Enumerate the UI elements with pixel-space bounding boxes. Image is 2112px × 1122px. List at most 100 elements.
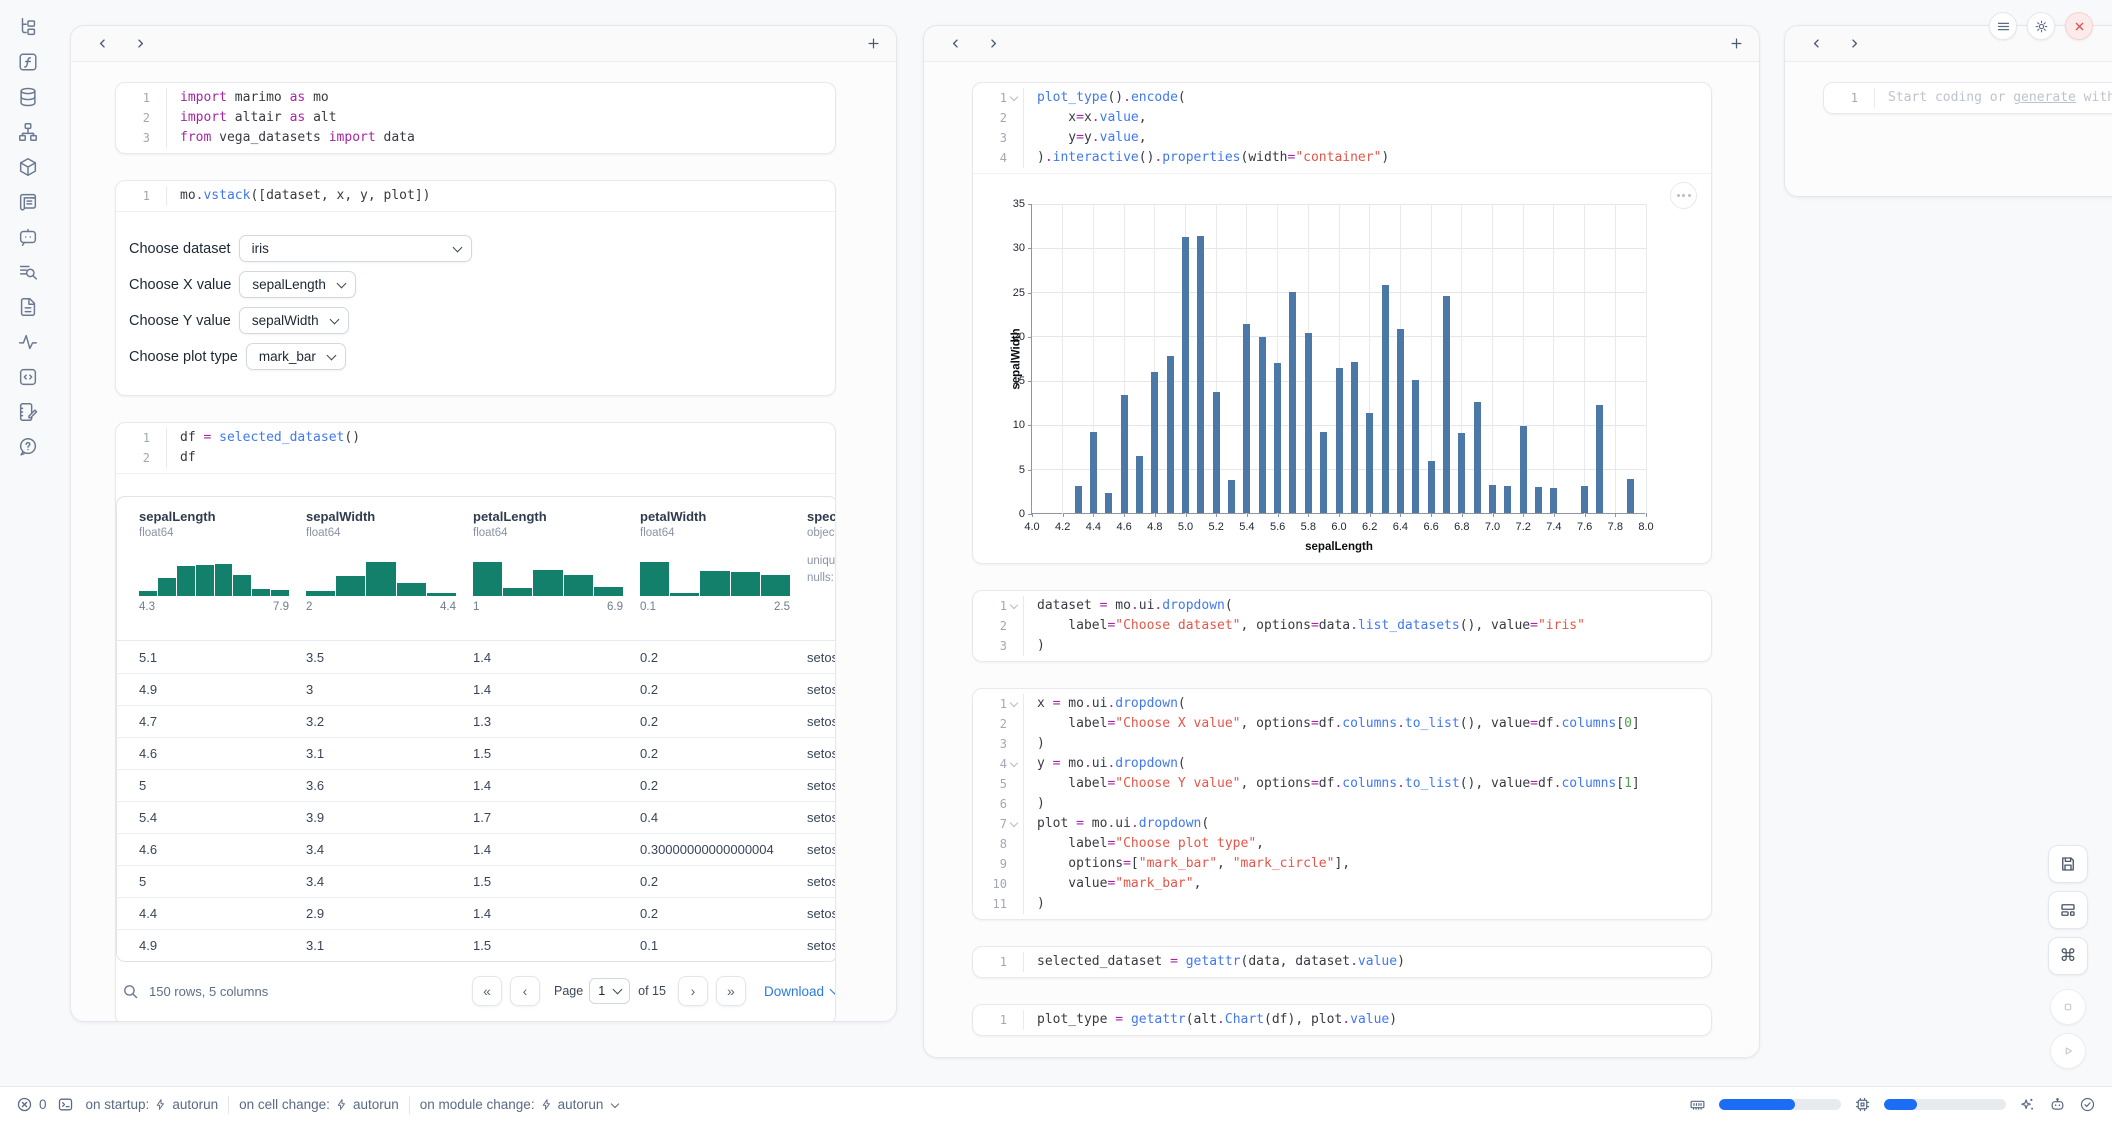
chart-bar[interactable]: [1259, 337, 1266, 513]
cell-plot-type[interactable]: 1plot_type = getattr(alt.Chart(df), plot…: [972, 1004, 1712, 1036]
choose-y-value-select[interactable]: sepalWidth: [239, 307, 349, 334]
memory-icon[interactable]: [1689, 1096, 1706, 1113]
code-line[interactable]: 4y = mo.ui.dropdown(: [981, 754, 1697, 774]
table-row[interactable]: 5.43.91.70.4setosa: [117, 801, 836, 833]
cell-vstack[interactable]: 1mo.vstack([dataset, x, y, plot]) Choose…: [115, 180, 836, 396]
column-collapse-right-icon[interactable]: [127, 31, 153, 57]
cell-plot[interactable]: 1plot_type().encode(2 x=x.value,3 y=y.va…: [972, 82, 1712, 564]
table-row[interactable]: 4.42.91.40.2setosa: [117, 897, 836, 929]
code-line[interactable]: 8 label="Choose plot type",: [981, 834, 1697, 854]
cell-dataset-dropdown[interactable]: 1dataset = mo.ui.dropdown(2 label="Choos…: [972, 590, 1712, 662]
chart-bar[interactable]: [1627, 479, 1634, 513]
chart-bar[interactable]: [1090, 432, 1097, 513]
choose-plot-type-select[interactable]: mark_bar: [246, 343, 346, 370]
chart-bar[interactable]: [1382, 285, 1389, 514]
code-line[interactable]: 1x = mo.ui.dropdown(: [981, 694, 1697, 714]
stop-icon[interactable]: [2050, 989, 2086, 1025]
code-line[interactable]: 2 label="Choose dataset", options=data.l…: [981, 616, 1697, 636]
plot-code[interactable]: 1plot_type().encode(2 x=x.value,3 y=y.va…: [973, 83, 1711, 173]
next-page-button[interactable]: ›: [678, 976, 708, 1006]
page-select[interactable]: 1: [589, 978, 630, 1004]
help-icon[interactable]: [17, 436, 39, 458]
functions-icon[interactable]: [17, 51, 39, 73]
code-line[interactable]: 1import marimo as mo: [124, 88, 821, 108]
fold-chevron-icon[interactable]: [1009, 601, 1019, 611]
cell-selected-dataset[interactable]: 1selected_dataset = getattr(data, datase…: [972, 946, 1712, 978]
chat-icon[interactable]: [17, 226, 39, 248]
column-header-petalLength[interactable]: petalLengthfloat6416.9: [473, 509, 640, 640]
chart-bar[interactable]: [1366, 413, 1373, 513]
table-row[interactable]: 53.41.50.2setosa: [117, 865, 836, 897]
tracing-icon[interactable]: [17, 331, 39, 353]
file-tree-icon[interactable]: [17, 16, 39, 38]
table-row[interactable]: 4.63.11.50.2setosa: [117, 737, 836, 769]
code-line[interactable]: 3): [981, 636, 1697, 656]
column-header-sepalWidth[interactable]: sepalWidthfloat6424.4: [306, 509, 473, 640]
run-icon[interactable]: [2050, 1033, 2086, 1069]
code-line[interactable]: 11): [981, 894, 1697, 914]
generate-with-ai-link[interactable]: generate: [2013, 90, 2076, 105]
fold-chevron-icon[interactable]: [1009, 819, 1019, 829]
dependency-graph-icon[interactable]: [17, 121, 39, 143]
code-line[interactable]: 1selected_dataset = getattr(data, datase…: [981, 952, 1697, 972]
close-icon[interactable]: [2065, 12, 2093, 40]
table-row[interactable]: 5.13.51.40.2setosa: [117, 641, 836, 673]
column-collapse-left-icon[interactable]: [942, 31, 968, 57]
chart-bar[interactable]: [1167, 356, 1174, 513]
chart-bar[interactable]: [1151, 372, 1158, 513]
code-line[interactable]: 2import altair as alt: [124, 108, 821, 128]
connection-status-icon[interactable]: [2079, 1096, 2096, 1113]
ai-code-editor[interactable]: 1 Start coding or generate with AI: [1824, 83, 2112, 113]
chart-bar[interactable]: [1197, 236, 1204, 513]
code-line[interactable]: 5 label="Choose Y value", options=df.col…: [981, 774, 1697, 794]
chart-bar[interactable]: [1489, 485, 1496, 513]
chat-bot-icon[interactable]: [2049, 1096, 2066, 1113]
chart-bar[interactable]: [1105, 493, 1112, 513]
chart-bar[interactable]: [1474, 402, 1481, 513]
chart-bar[interactable]: [1136, 456, 1143, 513]
code-line[interactable]: 7plot = mo.ui.dropdown(: [981, 814, 1697, 834]
chart-bar[interactable]: [1182, 237, 1189, 513]
menu-icon[interactable]: [1989, 12, 2017, 40]
chart-bar[interactable]: [1397, 329, 1404, 513]
code-line[interactable]: 1plot_type = getattr(alt.Chart(df), plot…: [981, 1010, 1697, 1030]
run-setting-1[interactable]: on startup:autorun: [86, 1097, 219, 1112]
layout-icon[interactable]: [2048, 891, 2088, 929]
column-header-petalWidth[interactable]: petalWidthfloat640.12.5: [640, 509, 807, 640]
column-collapse-left-icon[interactable]: [89, 31, 115, 57]
chart-bar[interactable]: [1535, 487, 1542, 513]
code-line[interactable]: 10 value="mark_bar",: [981, 874, 1697, 894]
code-line[interactable]: 1 Start coding or generate with AI: [1832, 88, 2112, 108]
chart-bar[interactable]: [1075, 486, 1082, 513]
cell-xy-plot-dropdowns[interactable]: 1x = mo.ui.dropdown(2 label="Choose X va…: [972, 688, 1712, 920]
documentation-icon[interactable]: [17, 296, 39, 318]
logs-icon[interactable]: [17, 191, 39, 213]
chart-bar[interactable]: [1289, 292, 1296, 513]
code-line[interactable]: 6): [981, 794, 1697, 814]
chart-bar[interactable]: [1596, 405, 1603, 513]
xyplot-code[interactable]: 1x = mo.ui.dropdown(2 label="Choose X va…: [973, 689, 1711, 919]
vstack-code[interactable]: 1mo.vstack([dataset, x, y, plot]): [116, 181, 835, 211]
terminal-icon[interactable]: [57, 1096, 74, 1113]
run-setting-3[interactable]: on module change:autorun: [420, 1097, 619, 1112]
download-button[interactable]: Download: [764, 984, 836, 999]
chart-bar[interactable]: [1504, 486, 1511, 513]
chart-bar[interactable]: [1228, 480, 1235, 513]
chart-bar[interactable]: [1520, 426, 1527, 513]
imports-code[interactable]: 1import marimo as mo2import altair as al…: [116, 83, 835, 153]
chart-bar[interactable]: [1550, 488, 1557, 513]
gear-icon[interactable]: [2027, 12, 2055, 40]
chart-bar[interactable]: [1443, 296, 1450, 513]
choose-x-value-select[interactable]: sepalLength: [239, 271, 356, 298]
scratchpad-icon[interactable]: [17, 401, 39, 423]
choose-dataset-select[interactable]: iris: [239, 235, 472, 262]
dataframe-code[interactable]: 1df = selected_dataset()2df: [116, 423, 835, 473]
code-line[interactable]: 1dataset = mo.ui.dropdown(: [981, 596, 1697, 616]
keyboard-shortcuts-icon[interactable]: ⌘: [2048, 937, 2088, 975]
chart-bar[interactable]: [1121, 395, 1128, 513]
dataset-code[interactable]: 1dataset = mo.ui.dropdown(2 label="Choos…: [973, 591, 1711, 661]
fold-chevron-icon[interactable]: [1009, 93, 1019, 103]
error-indicator[interactable]: 0: [16, 1096, 47, 1113]
cell-dataframe[interactable]: 1df = selected_dataset()2df sepalLengthf…: [115, 422, 836, 1021]
cell-empty-ai[interactable]: 1 Start coding or generate with AI: [1823, 82, 2112, 114]
